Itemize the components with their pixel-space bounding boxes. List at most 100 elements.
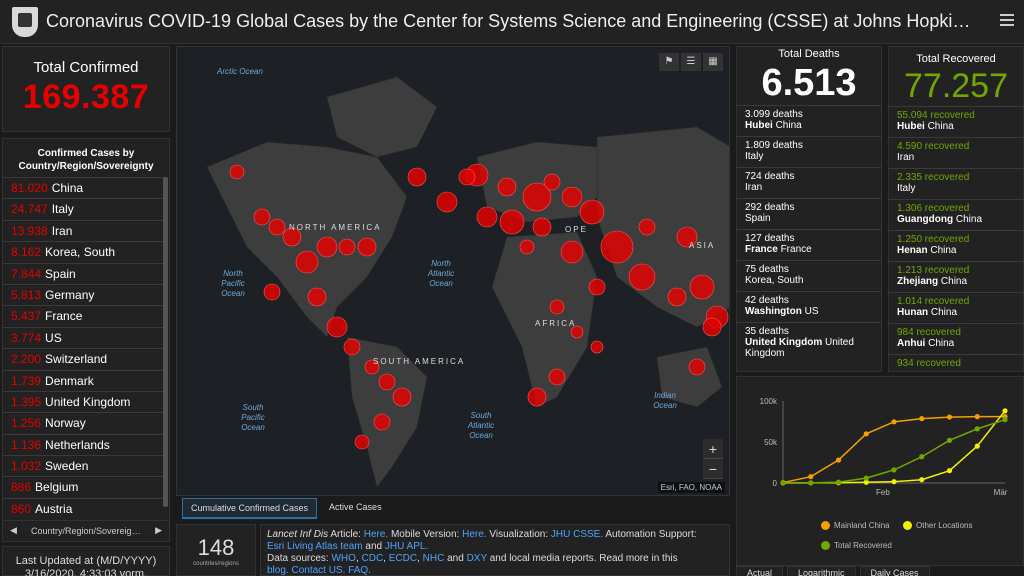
series-point[interactable]: [891, 419, 897, 425]
case-marker[interactable]: [499, 209, 525, 235]
jhu-csse-link[interactable]: JHU CSSE.: [551, 529, 603, 540]
case-marker[interactable]: [579, 199, 605, 225]
ecdc-link[interactable]: ECDC: [389, 553, 417, 564]
jhu-apl-link[interactable]: JHU APL.: [385, 541, 428, 552]
case-marker[interactable]: [295, 250, 319, 274]
case-marker[interactable]: [590, 340, 604, 354]
contact-link[interactable]: Contact US.: [291, 565, 345, 575]
list-item[interactable]: 81.020 China: [3, 177, 165, 198]
case-marker[interactable]: [549, 299, 565, 315]
case-marker[interactable]: [357, 237, 377, 257]
list-item[interactable]: 860 Austria: [3, 497, 165, 519]
list-item[interactable]: 2.335 recovered Italy: [889, 168, 1023, 199]
case-marker[interactable]: [268, 218, 286, 236]
list-item[interactable]: 127 deaths France France: [737, 229, 881, 260]
series-point[interactable]: [946, 437, 953, 443]
case-marker[interactable]: [476, 206, 498, 228]
series-point[interactable]: [808, 474, 814, 480]
list-item[interactable]: 1.809 deaths Italy: [737, 136, 881, 167]
hamburger-menu-icon[interactable]: [1000, 14, 1014, 26]
list-item[interactable]: 292 deaths Spain: [737, 198, 881, 229]
list-item[interactable]: 75 deaths Korea, South: [737, 260, 881, 291]
deaths-list[interactable]: 3.099 deaths Hubei China 1.809 deaths Ital…: [737, 105, 881, 359]
case-marker[interactable]: [543, 173, 561, 191]
list-item[interactable]: 1.306 recovered Guangdong China: [889, 199, 1023, 230]
list-item[interactable]: 1.250 recovered Henan China: [889, 230, 1023, 261]
series-point[interactable]: [974, 426, 980, 432]
list-item[interactable]: 984 recovered Anhui China: [889, 323, 1023, 354]
list-item[interactable]: 35 deaths United Kingdom United Kingdom: [737, 322, 881, 359]
recovered-list[interactable]: 55.094 recovered Hubei China 4.590 recover…: [889, 106, 1023, 385]
series-point[interactable]: [919, 416, 925, 422]
blog-link[interactable]: blog.: [267, 565, 289, 575]
series-point[interactable]: [1002, 408, 1008, 414]
tab-logarithmic[interactable]: Logarithmic: [787, 566, 856, 576]
list-item[interactable]: 2.200 Switzerland: [3, 348, 165, 369]
case-marker[interactable]: [458, 168, 476, 186]
world-map[interactable]: ⚑ ☰ ▦ Arctic Ocean North Pacific Ocean N…: [176, 46, 730, 496]
case-marker[interactable]: [378, 373, 396, 391]
case-marker[interactable]: [667, 287, 687, 307]
list-item[interactable]: 5.437 France: [3, 305, 165, 326]
case-marker[interactable]: [532, 217, 552, 237]
who-link[interactable]: WHO: [331, 553, 355, 564]
case-marker[interactable]: [253, 208, 271, 226]
list-item[interactable]: 3.774 US: [3, 326, 165, 348]
list-item[interactable]: 1.739 Denmark: [3, 369, 165, 391]
case-marker[interactable]: [548, 368, 566, 386]
tab-daily-cases[interactable]: Daily Cases: [859, 566, 930, 576]
list-item[interactable]: 24.747 Italy: [3, 198, 165, 219]
case-marker[interactable]: [689, 274, 715, 300]
case-marker[interactable]: [326, 316, 348, 338]
zoom-in-button[interactable]: +: [703, 439, 723, 459]
chevron-left-icon[interactable]: ◀: [10, 525, 17, 536]
list-item[interactable]: 1.014 recovered Hunan China: [889, 292, 1023, 323]
case-marker[interactable]: [497, 177, 517, 197]
series-point[interactable]: [1002, 417, 1008, 423]
case-marker[interactable]: [392, 387, 412, 407]
case-marker[interactable]: [316, 236, 338, 258]
cases-line-chart[interactable]: 0 50k 100k Feb Mär: [737, 377, 1024, 567]
scrollbar[interactable]: [163, 177, 168, 507]
series-point[interactable]: [891, 479, 897, 485]
case-marker[interactable]: [527, 387, 547, 407]
list-item[interactable]: 1.213 recovered Zhejiang China: [889, 261, 1023, 292]
dxy-link[interactable]: DXY: [467, 553, 487, 564]
list-item[interactable]: 7.844 Spain: [3, 262, 165, 284]
case-marker[interactable]: [407, 167, 427, 187]
faq-link[interactable]: FAQ.: [348, 565, 371, 575]
esri-team-link[interactable]: Esri Living Atlas team: [267, 541, 363, 552]
case-marker[interactable]: [702, 317, 722, 337]
basemap-grid-icon[interactable]: ▦: [703, 53, 723, 71]
case-marker[interactable]: [628, 263, 656, 291]
nhc-link[interactable]: NHC: [423, 553, 445, 564]
chevron-right-icon[interactable]: ▶: [155, 525, 162, 536]
series-point[interactable]: [946, 414, 953, 420]
tab-actual[interactable]: Actual: [736, 566, 784, 576]
case-marker[interactable]: [688, 358, 706, 376]
legend-list-icon[interactable]: ☰: [681, 53, 701, 71]
case-marker[interactable]: [338, 238, 356, 256]
list-item[interactable]: 42 deaths Washington US: [737, 291, 881, 322]
list-tab-navigator[interactable]: ◀ Country/Region/Sovereignty ▶: [2, 520, 170, 540]
case-marker[interactable]: [436, 191, 458, 213]
list-item[interactable]: 3.099 deaths Hubei China: [737, 105, 881, 136]
case-marker[interactable]: [561, 186, 583, 208]
case-marker[interactable]: [263, 283, 281, 301]
series-point[interactable]: [835, 457, 842, 463]
case-marker[interactable]: [343, 338, 361, 356]
list-item[interactable]: 1.032 Sweden: [3, 455, 165, 476]
case-marker[interactable]: [560, 240, 584, 264]
case-marker[interactable]: [373, 413, 391, 431]
case-marker[interactable]: [229, 164, 245, 180]
series-point[interactable]: [919, 454, 925, 460]
zoom-out-button[interactable]: −: [703, 459, 723, 479]
series-point[interactable]: [891, 467, 897, 473]
tab-active-cases[interactable]: Active Cases: [321, 498, 390, 519]
series-point[interactable]: [863, 431, 869, 437]
case-marker[interactable]: [638, 218, 656, 236]
list-item[interactable]: 1.256 Norway: [3, 412, 165, 433]
series-point[interactable]: [974, 414, 980, 420]
series-point[interactable]: [946, 468, 953, 474]
list-item[interactable]: 1.136 Netherlands: [3, 433, 165, 455]
